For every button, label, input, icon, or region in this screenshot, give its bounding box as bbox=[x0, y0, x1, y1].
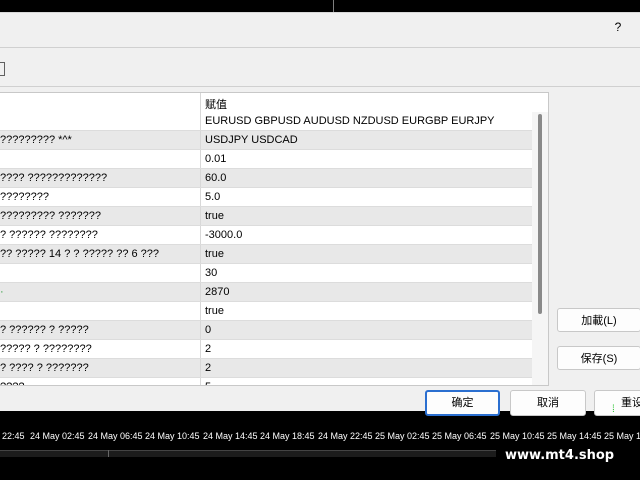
param-name: ? ???? ? ??????? bbox=[0, 362, 89, 374]
column-divider bbox=[200, 150, 201, 168]
param-value[interactable]: true bbox=[205, 248, 224, 260]
param-value[interactable]: USDJPY USDCAD bbox=[205, 134, 298, 146]
table-row[interactable]: ????????? ??????? true bbox=[0, 207, 532, 226]
table-row[interactable]: ???? 5 bbox=[0, 378, 532, 385]
table-row[interactable]: EURUSD GBPUSD AUDUSD NZDUSD EURGBP EURJP… bbox=[0, 112, 532, 131]
ok-button[interactable]: 确定 bbox=[425, 390, 500, 416]
column-divider bbox=[200, 112, 201, 130]
param-value[interactable]: 5.0 bbox=[205, 191, 220, 203]
axis-label: 25 May 14:45 bbox=[547, 431, 602, 441]
param-value[interactable]: 5 bbox=[205, 381, 211, 385]
param-name: ? ?????? ???????? bbox=[0, 229, 98, 241]
table-row[interactable]: true bbox=[0, 302, 532, 321]
column-divider bbox=[200, 378, 201, 385]
param-value[interactable]: 2 bbox=[205, 343, 211, 355]
chart-top-strip bbox=[0, 0, 640, 12]
column-divider bbox=[200, 226, 201, 244]
value-column-header[interactable]: 赋值 bbox=[205, 96, 227, 112]
param-value[interactable]: 2 bbox=[205, 362, 211, 374]
horizontal-scrollbar[interactable] bbox=[0, 450, 496, 457]
column-divider bbox=[200, 340, 201, 358]
axis-label: 25 May 06:45 bbox=[432, 431, 487, 441]
param-value[interactable]: true bbox=[205, 210, 224, 222]
column-divider bbox=[200, 359, 201, 377]
inputs-dialog: ? 赋值 EURUSD GBPUSD AUDUSD NZDUSD EURGBP … bbox=[0, 12, 640, 416]
axis-label: 24 May 18:45 bbox=[260, 431, 315, 441]
column-divider bbox=[200, 264, 201, 282]
column-divider bbox=[200, 283, 201, 301]
axis-label: 24 May 22:45 bbox=[318, 431, 373, 441]
table-row[interactable]: ? ?????? ???????? -3000.0 bbox=[0, 226, 532, 245]
table-row[interactable]: ? ???? ? ??????? 2 bbox=[0, 359, 532, 378]
param-value[interactable]: -3000.0 bbox=[205, 229, 242, 241]
param-name: · bbox=[0, 286, 4, 298]
scrollbar-divider bbox=[108, 450, 109, 457]
param-value[interactable]: 2870 bbox=[205, 286, 229, 298]
table-row[interactable]: 30 bbox=[0, 264, 532, 283]
table-row[interactable]: 0.01 bbox=[0, 150, 532, 169]
time-axis: 22:45 24 May 02:45 24 May 06:45 24 May 1… bbox=[0, 427, 640, 445]
axis-label: 22:45 bbox=[2, 431, 25, 441]
column-divider bbox=[200, 321, 201, 339]
cancel-button[interactable]: 取消 bbox=[510, 390, 586, 416]
param-name: ???? bbox=[0, 381, 196, 385]
parameters-grid: 赋值 EURUSD GBPUSD AUDUSD NZDUSD EURGBP EU… bbox=[0, 92, 549, 386]
param-name: ???????? bbox=[0, 191, 49, 203]
axis-label: 25 May 18:45 bbox=[604, 431, 640, 441]
column-divider bbox=[200, 188, 201, 206]
param-name: ????????? ??????? bbox=[0, 210, 101, 222]
param-value[interactable]: true bbox=[205, 305, 224, 317]
watermark-text: www.mt4.shop bbox=[505, 448, 615, 463]
table-row[interactable]: ?? ????? 14 ? ? ????? ?? 6 ??? true bbox=[0, 245, 532, 264]
chart-grid-tick bbox=[333, 0, 334, 12]
table-row[interactable]: ? ?????? ? ????? 0 bbox=[0, 321, 532, 340]
tab-inputs[interactable] bbox=[0, 62, 5, 76]
grid-header: 赋值 bbox=[0, 93, 540, 113]
scrollbar-thumb[interactable] bbox=[538, 114, 542, 314]
table-row[interactable]: ???? ????????????? 60.0 bbox=[0, 169, 532, 188]
param-value[interactable]: 30 bbox=[205, 267, 217, 279]
param-name: ? ?????? ? ????? bbox=[0, 324, 89, 336]
axis-label: 25 May 02:45 bbox=[375, 431, 430, 441]
param-name: ????????? *^* bbox=[0, 134, 72, 146]
param-value[interactable]: 0 bbox=[205, 324, 211, 336]
load-button[interactable]: 加載(L) bbox=[557, 308, 640, 332]
column-divider bbox=[200, 207, 201, 225]
param-name: ???? ????????????? bbox=[0, 172, 108, 184]
column-divider bbox=[200, 131, 201, 149]
axis-label: 24 May 06:45 bbox=[88, 431, 143, 441]
table-row[interactable]: ???????? 5.0 bbox=[0, 188, 532, 207]
table-row[interactable]: · 2870 bbox=[0, 283, 532, 302]
column-divider bbox=[200, 245, 201, 263]
param-value[interactable]: 0.01 bbox=[205, 153, 226, 165]
axis-label: 24 May 14:45 bbox=[203, 431, 258, 441]
save-button[interactable]: 保存(S) bbox=[557, 346, 640, 370]
axis-label: 24 May 10:45 bbox=[145, 431, 200, 441]
vertical-scrollbar[interactable] bbox=[532, 112, 548, 385]
param-value[interactable]: EURUSD GBPUSD AUDUSD NZDUSD EURGBP EURJP… bbox=[205, 115, 495, 127]
param-name: ????? ? ???????? bbox=[0, 343, 92, 355]
param-name: ?? ????? 14 ? ? ????? ?? 6 ??? bbox=[0, 248, 160, 260]
table-row[interactable]: ????????? *^* USDJPY USDCAD bbox=[0, 131, 532, 150]
column-divider bbox=[200, 169, 201, 187]
help-button[interactable]: ? bbox=[609, 18, 627, 36]
column-divider[interactable] bbox=[200, 93, 201, 112]
table-row[interactable]: ????? ? ???????? 2 bbox=[0, 340, 532, 359]
connection-indicator-icon: ⁞ bbox=[612, 404, 615, 415]
param-value[interactable]: 60.0 bbox=[205, 172, 226, 184]
axis-label: 25 May 10:45 bbox=[490, 431, 545, 441]
axis-label: 24 May 02:45 bbox=[30, 431, 85, 441]
tab-strip bbox=[0, 47, 640, 87]
column-divider bbox=[200, 302, 201, 320]
